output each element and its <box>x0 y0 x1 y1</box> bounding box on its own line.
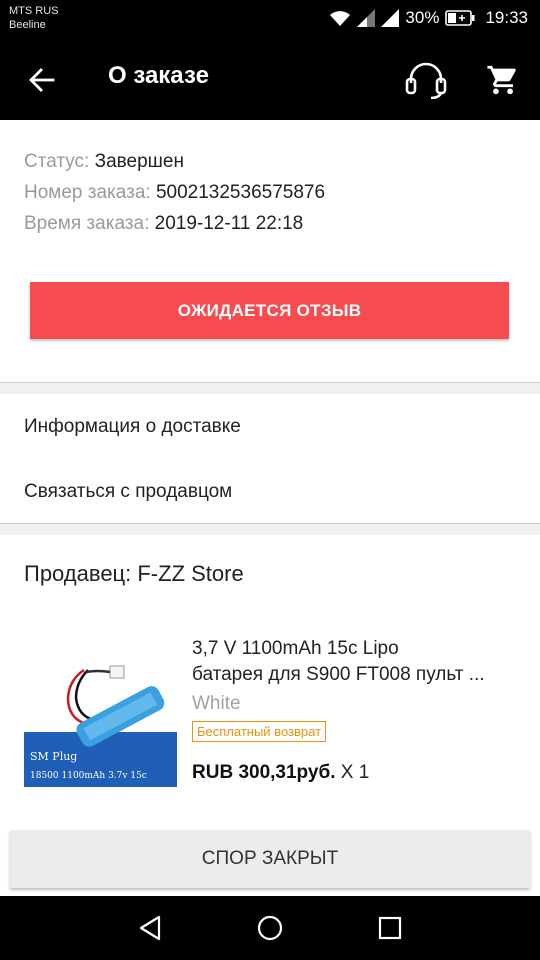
support-button[interactable] <box>402 56 450 104</box>
order-time-value: 2019-12-11 22:18 <box>154 213 304 234</box>
nav-back-icon <box>139 915 161 941</box>
nav-back-button[interactable] <box>132 910 168 946</box>
back-arrow-icon <box>29 68 55 92</box>
price-row: RUB 300,31руб. X 1 <box>192 762 522 784</box>
image-caption-1: SM Plug <box>30 750 77 763</box>
carrier-2: Beeline <box>9 19 46 31</box>
signal-1-icon <box>357 9 376 27</box>
app-bar: О заказе <box>0 38 540 120</box>
nav-home-button[interactable] <box>252 910 288 946</box>
product-price: RUB 300,31руб. <box>192 762 336 783</box>
product-title[interactable]: 3,7 V 1100mAh 15c Lipo батарея для S900 … <box>192 636 522 688</box>
signal-2-icon <box>381 9 400 27</box>
order-number-value: 5002132536575876 <box>155 182 326 203</box>
delivery-info-link[interactable]: Информация о доставке <box>24 416 241 438</box>
carrier-info: MTS RUS Beeline <box>9 4 59 32</box>
back-button[interactable] <box>22 60 62 100</box>
status-bar: MTS RUS Beeline 30% 19:33 <box>0 0 540 38</box>
clock: 19:33 <box>485 8 528 27</box>
product-title-line-1: 3,7 V 1100mAh 15c Lipo <box>192 638 399 659</box>
product-quantity: X 1 <box>340 762 370 783</box>
headset-icon <box>405 62 447 99</box>
nav-recents-button[interactable] <box>372 910 408 946</box>
order-time-row: Время заказа: 2019-12-11 22:18 <box>24 208 524 239</box>
contact-seller-link[interactable]: Связаться с продавцом <box>24 481 232 503</box>
status-indicators: 30% 19:33 <box>329 6 528 30</box>
cart-icon <box>487 65 516 95</box>
page-title: О заказе <box>108 62 209 89</box>
product-variant: White <box>192 693 241 714</box>
section-divider <box>0 382 540 394</box>
order-info: Статус: Завершен Номер заказа: 500213253… <box>24 146 524 239</box>
wifi-icon <box>330 11 351 26</box>
order-time-label: Время заказа: <box>24 213 150 234</box>
system-nav-bar <box>0 896 540 960</box>
battery-icon <box>445 10 475 26</box>
image-caption-2: 18500 1100mAh 3.7v 15c <box>30 771 147 781</box>
order-number-row: Номер заказа: 5002132536575876 <box>24 177 524 208</box>
product-info: 3,7 V 1100mAh 15c Lipo батарея для S900 … <box>192 636 522 784</box>
free-return-badge: Бесплатный возврат <box>192 721 327 742</box>
seller-name[interactable]: Продавец: F-ZZ Store <box>24 561 244 587</box>
awaiting-review-button[interactable]: ОЖИДАЕТСЯ ОТЗЫВ <box>30 282 509 339</box>
order-number-label: Номер заказа: <box>24 182 151 203</box>
battery-percent: 30% <box>405 8 440 27</box>
status-label: Статус: <box>24 151 90 172</box>
product-title-line-2: батарея для S900 FT008 пульт ... <box>192 664 485 685</box>
product-image[interactable]: SM Plug 18500 1100mAh 3.7v 15c <box>24 636 177 787</box>
order-status-row: Статус: Завершен <box>24 146 524 177</box>
cart-button[interactable] <box>480 56 526 104</box>
nav-recents-icon <box>378 916 402 940</box>
dispute-closed-button[interactable]: СПОР ЗАКРЫТ <box>10 830 530 888</box>
status-value: Завершен <box>94 151 184 172</box>
carrier-1: MTS RUS <box>9 5 59 17</box>
section-divider <box>0 523 540 535</box>
nav-home-icon <box>257 915 283 941</box>
